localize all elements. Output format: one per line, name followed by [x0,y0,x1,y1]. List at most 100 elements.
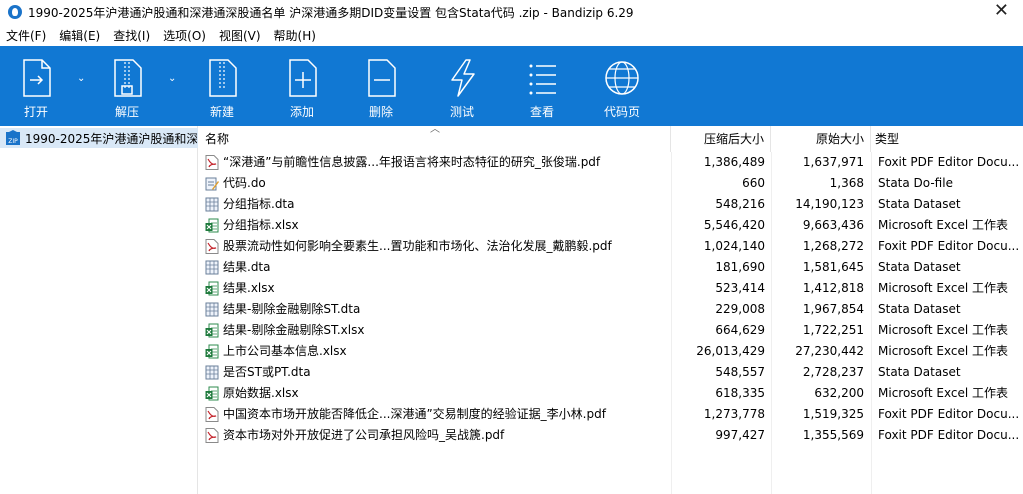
codepage-label: 代码页 [603,105,640,119]
column-header-compressed[interactable]: 压缩后大小 [671,126,771,152]
file-name-cell: 资本市场对外开放促进了公司承担风险吗_吴战篪.pdf [205,425,669,446]
menu-help[interactable]: 帮助(H) [274,27,316,44]
compressed-size: 523,414 [715,281,765,295]
extract-zipper-icon [114,59,142,97]
menu-bar: 文件(F) 编辑(E) 查找(I) 选项(O) 视图(V) 帮助(H) [0,24,1023,46]
file-type: Microsoft Excel 工作表 [878,344,1009,358]
menu-find[interactable]: 查找(I) [113,27,150,44]
file-row[interactable]: 是否ST或PT.dta 548,557 2,728,237 Stata Dataset [201,362,1023,383]
open-button[interactable]: 打开 [4,46,68,126]
column-original-label: 原始大小 [815,132,864,146]
column-name-label: 名称 [205,132,230,146]
file-name-cell: 股票流动性如何影响全要素生...置功能和市场化、法治化发展_戴鹏毅.pdf [205,236,669,257]
file-row[interactable]: 上市公司基本信息.xlsx 26,013,429 27,230,442 Microso… [201,341,1023,362]
toolbar: 打开 ⌄ 解压 ⌄ 新建 添加 删除 测试 查看 代码页 [0,46,1023,126]
file-name-cell: 分组指标.dta [205,194,669,215]
menu-options[interactable]: 选项(O) [163,27,206,44]
file-row[interactable]: 分组指标.dta 548,216 14,190,123 Stata Dataset [201,194,1023,215]
file-row[interactable]: 结果-剔除金融剔除ST.dta 229,008 1,967,854 Stata Dat… [201,299,1023,320]
file-name: “深港通”与前瞻性信息披露...年报语言将来时态特征的研究_张俊瑞.pdf [223,155,601,169]
original-size: 2,728,237 [802,365,864,379]
compressed-size: 618,335 [715,386,765,400]
new-archive-button[interactable]: 新建 [190,46,254,126]
original-size: 1,355,569 [802,428,864,442]
codepage-button[interactable]: 代码页 [590,46,654,126]
file-name: 结果-剔除金融剔除ST.xlsx [223,323,365,337]
test-label: 测试 [449,105,474,119]
file-name-cell: 分组指标.xlsx [205,215,669,236]
compressed-size: 664,629 [715,323,765,337]
new-label: 新建 [209,105,234,119]
file-name: 结果-剔除金融剔除ST.dta [223,302,361,316]
pdf-icon [205,155,219,170]
menu-edit[interactable]: 编辑(E) [59,27,100,44]
view-button[interactable]: 查看 [510,46,574,126]
extract-dropdown-chevron-icon[interactable]: ⌄ [168,73,178,84]
column-header-type[interactable]: 类型 [871,126,1023,152]
compressed-size: 229,008 [715,302,765,316]
file-name: 代码.do [223,176,266,190]
file-type: Stata Dataset [878,197,961,211]
file-name-cell: 结果.xlsx [205,278,669,299]
file-type: Stata Do-file [878,176,953,190]
original-size: 9,663,436 [802,218,864,232]
sort-ascending-icon: ︿ [430,124,440,135]
menu-file[interactable]: 文件(F) [6,27,46,44]
menu-view[interactable]: 视图(V) [219,27,261,44]
file-row[interactable]: 分组指标.xlsx 5,546,420 9,663,436 Microsoft Exc… [201,215,1023,236]
compressed-size: 5,546,420 [703,218,765,232]
file-name-cell: 结果-剔除金融剔除ST.dta [205,299,669,320]
original-size: 632,200 [814,386,864,400]
dta-icon [205,302,219,317]
file-name: 原始数据.xlsx [223,386,299,400]
file-row[interactable]: “深港通”与前瞻性信息披露...年报语言将来时态特征的研究_张俊瑞.pdf 1,3… [201,152,1023,173]
file-type: Foxit PDF Editor Docu... [878,155,1018,169]
file-type: Stata Dataset [878,365,961,379]
file-type: Foxit PDF Editor Docu... [878,239,1018,253]
original-size: 27,230,442 [795,344,864,358]
column-type-label: 类型 [875,132,900,146]
file-row[interactable]: 中国资本市场开放能否降低企...深港通”交易制度的经验证据_李小林.pdf 1,2… [201,404,1023,425]
column-header-original[interactable]: 原始大小 [771,126,871,152]
new-archive-icon [209,59,237,97]
xlsx-icon [205,344,219,359]
add-file-icon [289,59,317,97]
file-name: 分组指标.xlsx [223,218,299,232]
dta-icon [205,260,219,275]
file-row[interactable]: 股票流动性如何影响全要素生...置功能和市场化、法治化发展_戴鹏毅.pdf 1,0… [201,236,1023,257]
file-name-cell: 代码.do [205,173,669,194]
compressed-size: 660 [742,176,765,190]
add-button[interactable]: 添加 [270,46,334,126]
test-button[interactable]: 测试 [430,46,494,126]
file-name: 资本市场对外开放促进了公司承担风险吗_吴战篪.pdf [223,428,505,442]
delete-button[interactable]: 删除 [349,46,413,126]
file-row[interactable]: 原始数据.xlsx 618,335 632,200 Microsoft Excel 工… [201,383,1023,404]
file-row[interactable]: 资本市场对外开放促进了公司承担风险吗_吴战篪.pdf 997,427 1,355,5… [201,425,1023,446]
column-compressed-label: 压缩后大小 [703,132,764,146]
delete-label: 删除 [368,105,393,119]
open-dropdown-chevron-icon[interactable]: ⌄ [77,73,87,84]
tree-root-item[interactable]: ZIP 1990-2025年沪港通沪股通和深港通深股通名单 [0,128,198,148]
extract-button[interactable]: 解压 [95,46,159,126]
compressed-size: 1,273,778 [703,407,765,421]
pdf-icon [205,407,219,422]
compressed-size: 26,013,429 [696,344,765,358]
file-row[interactable]: 结果-剔除金融剔除ST.xlsx 664,629 1,722,251 Microsof… [201,320,1023,341]
compressed-size: 548,557 [715,365,765,379]
file-name: 股票流动性如何影响全要素生...置功能和市场化、法治化发展_戴鹏毅.pdf [223,239,612,253]
view-label: 查看 [529,105,554,119]
tree-root-label: 1990-2025年沪港通沪股通和深港通深股通名单 [25,131,197,146]
file-row[interactable]: 结果.dta 181,690 1,581,645 Stata Dataset [201,257,1023,278]
file-name-cell: “深港通”与前瞻性信息披露...年报语言将来时态特征的研究_张俊瑞.pdf [205,152,669,173]
file-row[interactable]: 结果.xlsx 523,414 1,412,818 Microsoft Excel 工… [201,278,1023,299]
file-list-header: 名称 ︿ 压缩后大小 原始大小 类型 [201,124,1023,152]
pdf-icon [205,239,219,254]
file-row[interactable]: 代码.do 660 1,368 Stata Do-file [201,173,1023,194]
window-title: 1990-2025年沪港通沪股通和深港通深股通名单 沪深港通多期DID变量设置 … [28,5,634,20]
bandizip-app-icon [8,5,22,19]
close-window-button[interactable]: ✕ [994,2,1009,20]
file-list: 名称 ︿ 压缩后大小 原始大小 类型 “深港通”与前瞻性信息披露...年报语言将… [201,124,1023,494]
original-size: 1,967,854 [802,302,864,316]
compressed-size: 548,216 [715,197,765,211]
file-name: 结果.xlsx [223,281,275,295]
